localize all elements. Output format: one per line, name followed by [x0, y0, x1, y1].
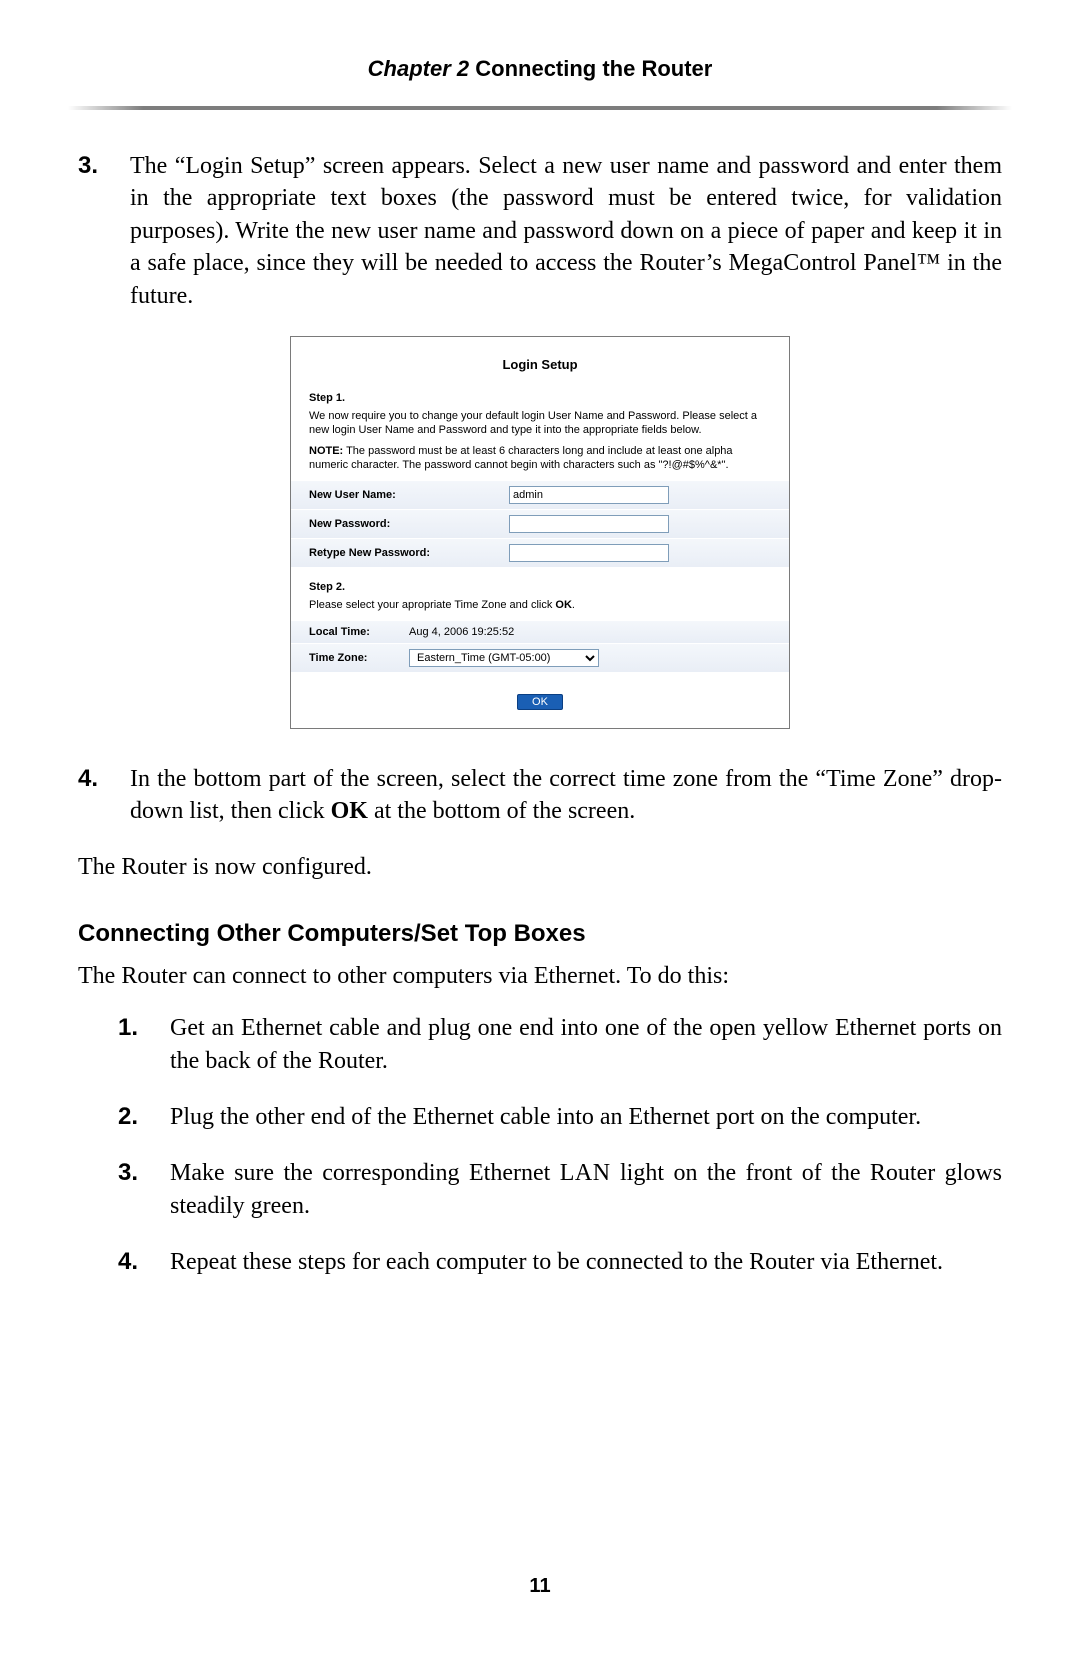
content: 3. The “Login Setup” screen appears. Sel…	[68, 150, 1012, 1279]
config-done-text: The Router is now configured.	[78, 851, 1002, 883]
sub-step-4: 4. Repeat these steps for each computer …	[118, 1246, 1002, 1278]
step-text: In the bottom part of the screen, select…	[130, 763, 1002, 828]
ok-button-wrap: OK	[309, 694, 771, 710]
new-password-label: New Password:	[309, 518, 509, 530]
header-separator	[68, 106, 1012, 110]
section-heading: Connecting Other Computers/Set Top Boxes	[78, 920, 1002, 948]
substeps: 1. Get an Ethernet cable and plug one en…	[78, 1012, 1002, 1278]
new-user-label: New User Name:	[309, 489, 509, 501]
page-number: 11	[0, 1575, 1080, 1598]
sub-step-1: 1. Get an Ethernet cable and plug one en…	[118, 1012, 1002, 1077]
step-4: 4. In the bottom part of the screen, sel…	[78, 763, 1002, 828]
page: Chapter 2 Connecting the Router 3. The “…	[0, 0, 1080, 1279]
step-number: 4.	[118, 1246, 170, 1278]
step2-intro-post: .	[572, 599, 575, 611]
row-time-zone: Time Zone: Eastern_Time (GMT-05:00)	[291, 644, 789, 672]
step-number: 4.	[78, 763, 130, 828]
step-text: Plug the other end of the Ethernet cable…	[170, 1101, 1002, 1133]
retype-password-input[interactable]	[509, 544, 669, 562]
sub-step-2: 2. Plug the other end of the Ethernet ca…	[118, 1101, 1002, 1133]
step-number: 2.	[118, 1101, 170, 1133]
panel-title: Login Setup	[291, 337, 789, 386]
lan-word: LAN	[560, 1160, 611, 1186]
note-body: The password must be at least 6 characte…	[309, 445, 733, 471]
local-time-value: Aug 4, 2006 19:25:52	[409, 626, 514, 638]
sub-step-3: 3. Make sure the corresponding Ethernet …	[118, 1157, 1002, 1222]
step-number: 1.	[118, 1012, 170, 1077]
new-user-input[interactable]	[509, 486, 669, 504]
step1-label: Step 1.	[309, 392, 771, 404]
retype-password-label: Retype New Password:	[309, 547, 509, 559]
step2-intro-pre: Please select your apropriate Time Zone …	[309, 599, 555, 611]
ok-word: OK	[331, 798, 368, 824]
chapter-label: Chapter 2	[368, 56, 469, 81]
running-header: Chapter 2 Connecting the Router	[68, 0, 1012, 106]
step-number: 3.	[118, 1157, 170, 1222]
step-number: 3.	[78, 150, 130, 312]
chapter-title: Connecting the Router	[475, 56, 712, 81]
row-retype-password: Retype New Password:	[291, 539, 789, 567]
row-new-password: New Password:	[291, 510, 789, 538]
new-password-input[interactable]	[509, 515, 669, 533]
step-3: 3. The “Login Setup” screen appears. Sel…	[78, 150, 1002, 312]
section-intro: The Router can connect to other computer…	[78, 960, 1002, 992]
ok-button[interactable]: OK	[517, 694, 563, 710]
text-post: at the bottom of the screen.	[368, 798, 635, 824]
login-setup-panel: Login Setup Step 1. We now require you t…	[290, 336, 790, 729]
step1-note: NOTE: The password must be at least 6 ch…	[309, 445, 771, 473]
step-text: Repeat these steps for each computer to …	[170, 1246, 1002, 1278]
text-pre: Make sure the corresponding Ethernet	[170, 1160, 560, 1186]
step2-label: Step 2.	[309, 581, 771, 593]
row-local-time: Local Time: Aug 4, 2006 19:25:52	[291, 621, 789, 643]
time-zone-label: Time Zone:	[309, 652, 409, 664]
step-text: The “Login Setup” screen appears. Select…	[130, 150, 1002, 312]
note-label: NOTE:	[309, 445, 343, 457]
step-text: Get an Ethernet cable and plug one end i…	[170, 1012, 1002, 1077]
local-time-label: Local Time:	[309, 626, 409, 638]
time-zone-select[interactable]: Eastern_Time (GMT-05:00)	[409, 649, 599, 667]
login-setup-panel-wrap: Login Setup Step 1. We now require you t…	[78, 336, 1002, 729]
step2-intro: Please select your apropriate Time Zone …	[309, 599, 771, 613]
step1-intro: We now require you to change your defaul…	[309, 410, 771, 438]
step-text: Make sure the corresponding Ethernet LAN…	[170, 1157, 1002, 1222]
step2-intro-ok: OK	[555, 599, 572, 611]
row-new-user: New User Name:	[291, 481, 789, 509]
